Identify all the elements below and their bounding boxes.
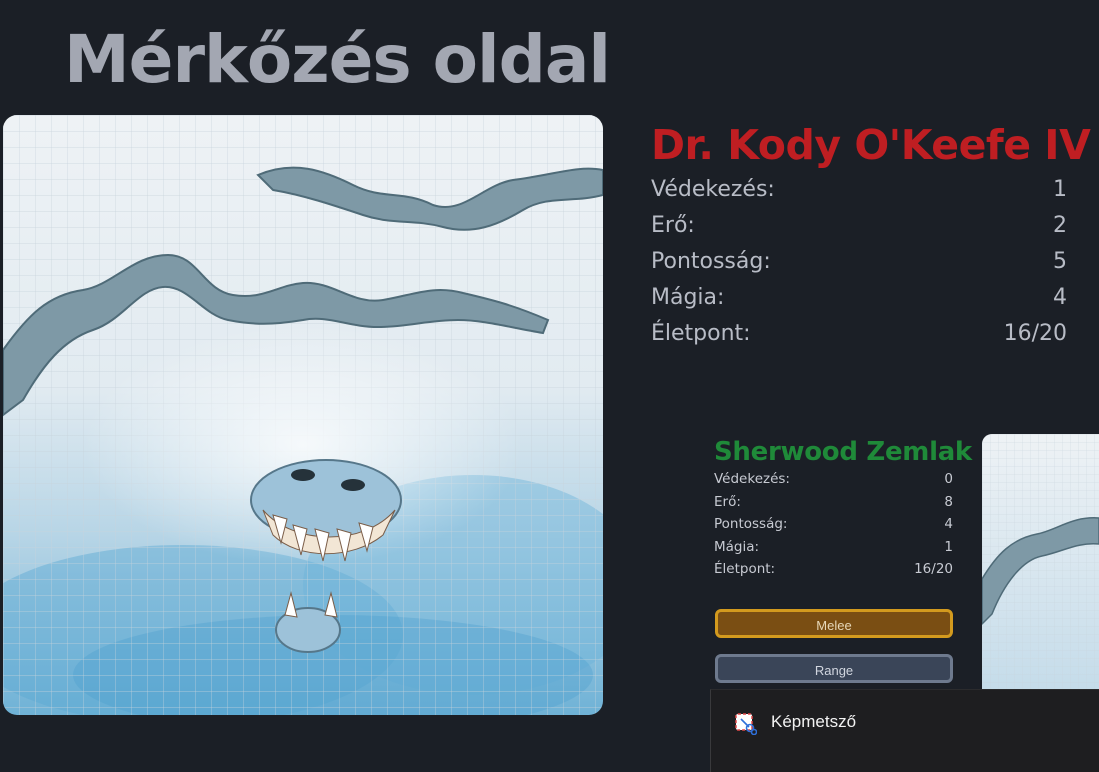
- stat-value: 16/20: [914, 561, 953, 578]
- stat-value: 2: [1053, 213, 1067, 238]
- snipping-tool-icon[interactable]: [735, 713, 758, 736]
- stat-row-strength: Erő: 8: [714, 491, 953, 514]
- melee-button[interactable]: Melee: [715, 609, 953, 638]
- stat-label: Pontosság:: [714, 516, 788, 533]
- stat-value: 5: [1053, 249, 1067, 274]
- stat-row-accuracy: Pontosság: 4: [714, 513, 953, 536]
- stat-label: Életpont:: [651, 321, 751, 346]
- stat-label: Védekezés:: [714, 471, 790, 487]
- stat-value: 1: [944, 538, 953, 555]
- stat-row-health: Életpont: 16/20: [651, 316, 1067, 352]
- stat-row-defense: Védekezés: 0: [714, 468, 953, 491]
- stat-label: Mágia:: [651, 285, 725, 310]
- stat-value: 4: [1053, 285, 1067, 310]
- stat-row-defense: Védekezés: 1: [651, 172, 1067, 208]
- stat-label: Védekezés:: [651, 177, 775, 202]
- opponent-map-thumbnail: [982, 434, 1099, 689]
- stat-value: 0: [944, 471, 953, 487]
- stat-label: Erő:: [651, 213, 695, 238]
- stat-value: 1: [1053, 177, 1067, 202]
- stat-value: 4: [944, 516, 953, 533]
- stat-row-health: Életpont: 16/20: [714, 558, 953, 581]
- stat-label: Pontosság:: [651, 249, 771, 274]
- range-button[interactable]: Range: [715, 654, 953, 683]
- stat-value: 8: [944, 493, 953, 510]
- fighter-card-main: Dr. Kody O'Keefe IV Védekezés: 1 Erő: 2 …: [651, 118, 1091, 352]
- stat-row-magic: Mágia: 4: [651, 280, 1067, 316]
- stat-label: Erő:: [714, 493, 741, 510]
- page-title: Mérkőzés oldal: [64, 21, 611, 98]
- fighter-name: Dr. Kody O'Keefe IV: [651, 121, 1091, 169]
- stat-row-accuracy: Pontosság: 5: [651, 244, 1067, 280]
- stat-row-strength: Erő: 2: [651, 208, 1067, 244]
- stat-row-magic: Mágia: 1: [714, 536, 953, 559]
- taskbar-popup: Képmetsző: [710, 689, 1099, 772]
- battle-map-image: [3, 115, 603, 715]
- app-label[interactable]: Képmetsző: [771, 712, 856, 732]
- stat-label: Életpont:: [714, 561, 776, 578]
- fighter-card-opponent: Sherwood Zemlak Védekezés: 0 Erő: 8 Pont…: [714, 436, 972, 581]
- stat-value: 16/20: [1003, 321, 1067, 346]
- stat-label: Mágia:: [714, 538, 760, 555]
- opponent-name: Sherwood Zemlak: [714, 437, 972, 467]
